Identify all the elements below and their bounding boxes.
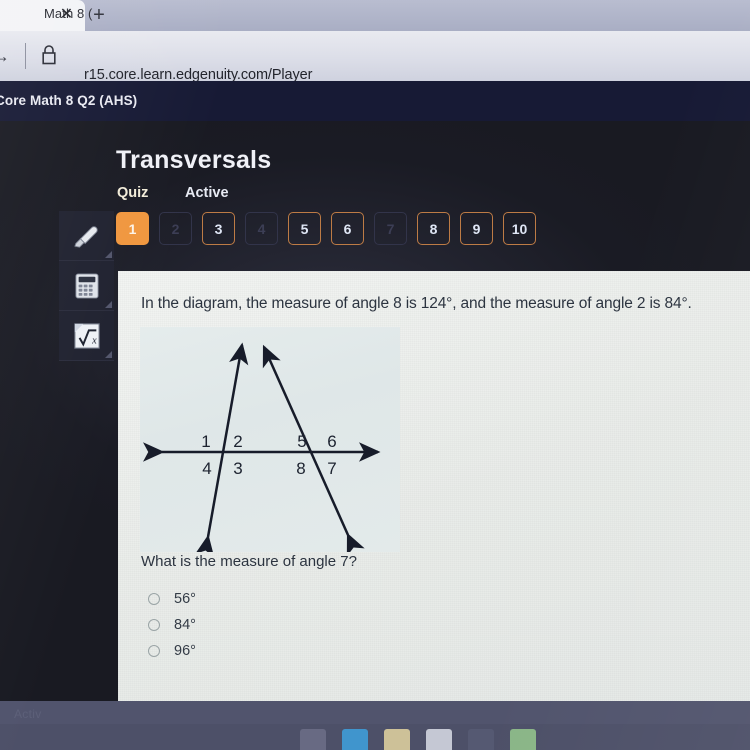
calculator-tool-icon[interactable] — [59, 261, 114, 311]
lock-icon — [41, 44, 57, 66]
question-button-5[interactable]: 5 — [288, 212, 321, 245]
question-nav: 1 2 3 4 5 6 7 8 9 10 — [116, 212, 536, 245]
radio-icon[interactable] — [148, 645, 160, 657]
answer-option-label: 84° — [174, 617, 196, 633]
course-title: Core Math 8 Q2 (AHS) — [0, 93, 138, 108]
question-button-4: 4 — [245, 212, 278, 245]
angle-label-1: 1 — [201, 432, 210, 451]
question-prompt: In the diagram, the measure of angle 8 i… — [141, 295, 692, 312]
back-arrow-icon[interactable]: → — [0, 46, 10, 67]
angle-label-8: 8 — [296, 459, 305, 478]
question-button-9[interactable]: 9 — [460, 212, 493, 245]
answer-option-label: 96° — [174, 643, 196, 659]
activate-windows-watermark: Activ — [14, 707, 42, 721]
toolbar-divider — [25, 43, 26, 69]
new-tab-icon[interactable]: + — [87, 3, 111, 27]
svg-text:x: x — [91, 335, 97, 346]
answer-option-1[interactable]: 56° — [148, 586, 196, 612]
task-view-icon[interactable] — [300, 729, 326, 750]
question-followup: What is the measure of angle 7? — [141, 553, 357, 570]
angle-label-3: 3 — [233, 459, 242, 478]
angle-label-2: 2 — [233, 432, 242, 451]
highlighter-tool-icon[interactable] — [59, 211, 114, 261]
equation-editor-tool-icon[interactable]: x — [59, 311, 114, 361]
windows-taskbar: Activ — [0, 701, 750, 750]
app-header: Core Math 8 Q2 (AHS) — [0, 81, 750, 121]
tool-sidebar: x — [59, 211, 114, 361]
question-button-6[interactable]: 6 — [331, 212, 364, 245]
transversals-diagram: 1 2 3 4 5 6 7 8 — [140, 327, 400, 558]
page-title: Transversals — [116, 146, 272, 174]
answer-option-3[interactable]: 96° — [148, 638, 196, 664]
browser-address-bar: → r15.core.learn.edgenuity.com/Player — [0, 31, 750, 83]
screen-photo: Math 8 ( ✕ + → r15.core.learn.edgenuity.… — [0, 0, 750, 750]
taskbar-upper-band — [0, 701, 750, 724]
messaging-icon[interactable] — [510, 729, 536, 750]
browser-tab-strip: Math 8 ( ✕ + — [0, 0, 750, 31]
angle-label-7: 7 — [327, 459, 336, 478]
question-button-7: 7 — [374, 212, 407, 245]
question-button-10[interactable]: 10 — [503, 212, 536, 245]
question-button-1[interactable]: 1 — [116, 212, 149, 245]
lesson-type-label: Quiz — [117, 185, 149, 201]
edge-browser-icon[interactable] — [342, 729, 368, 750]
answer-option-label: 56° — [174, 591, 196, 607]
radio-icon[interactable] — [148, 593, 160, 605]
close-icon[interactable]: ✕ — [57, 5, 76, 24]
taskbar-icons — [300, 729, 536, 750]
file-explorer-icon[interactable] — [384, 729, 410, 750]
question-button-3[interactable]: 3 — [202, 212, 235, 245]
angle-label-5: 5 — [297, 432, 306, 451]
angle-label-6: 6 — [327, 432, 336, 451]
answer-options: 56° 84° 96° — [148, 586, 196, 664]
answer-option-2[interactable]: 84° — [148, 612, 196, 638]
store-icon[interactable] — [426, 729, 452, 750]
question-content-panel: In the diagram, the measure of angle 8 i… — [118, 271, 750, 750]
angle-label-4: 4 — [202, 459, 211, 478]
lesson-status-label: Active — [185, 185, 229, 201]
app-icon[interactable] — [468, 729, 494, 750]
radio-icon[interactable] — [148, 619, 160, 631]
question-button-2: 2 — [159, 212, 192, 245]
question-button-8[interactable]: 8 — [417, 212, 450, 245]
app-body: Transversals Quiz Active 1 2 3 4 5 6 7 8… — [0, 121, 750, 750]
